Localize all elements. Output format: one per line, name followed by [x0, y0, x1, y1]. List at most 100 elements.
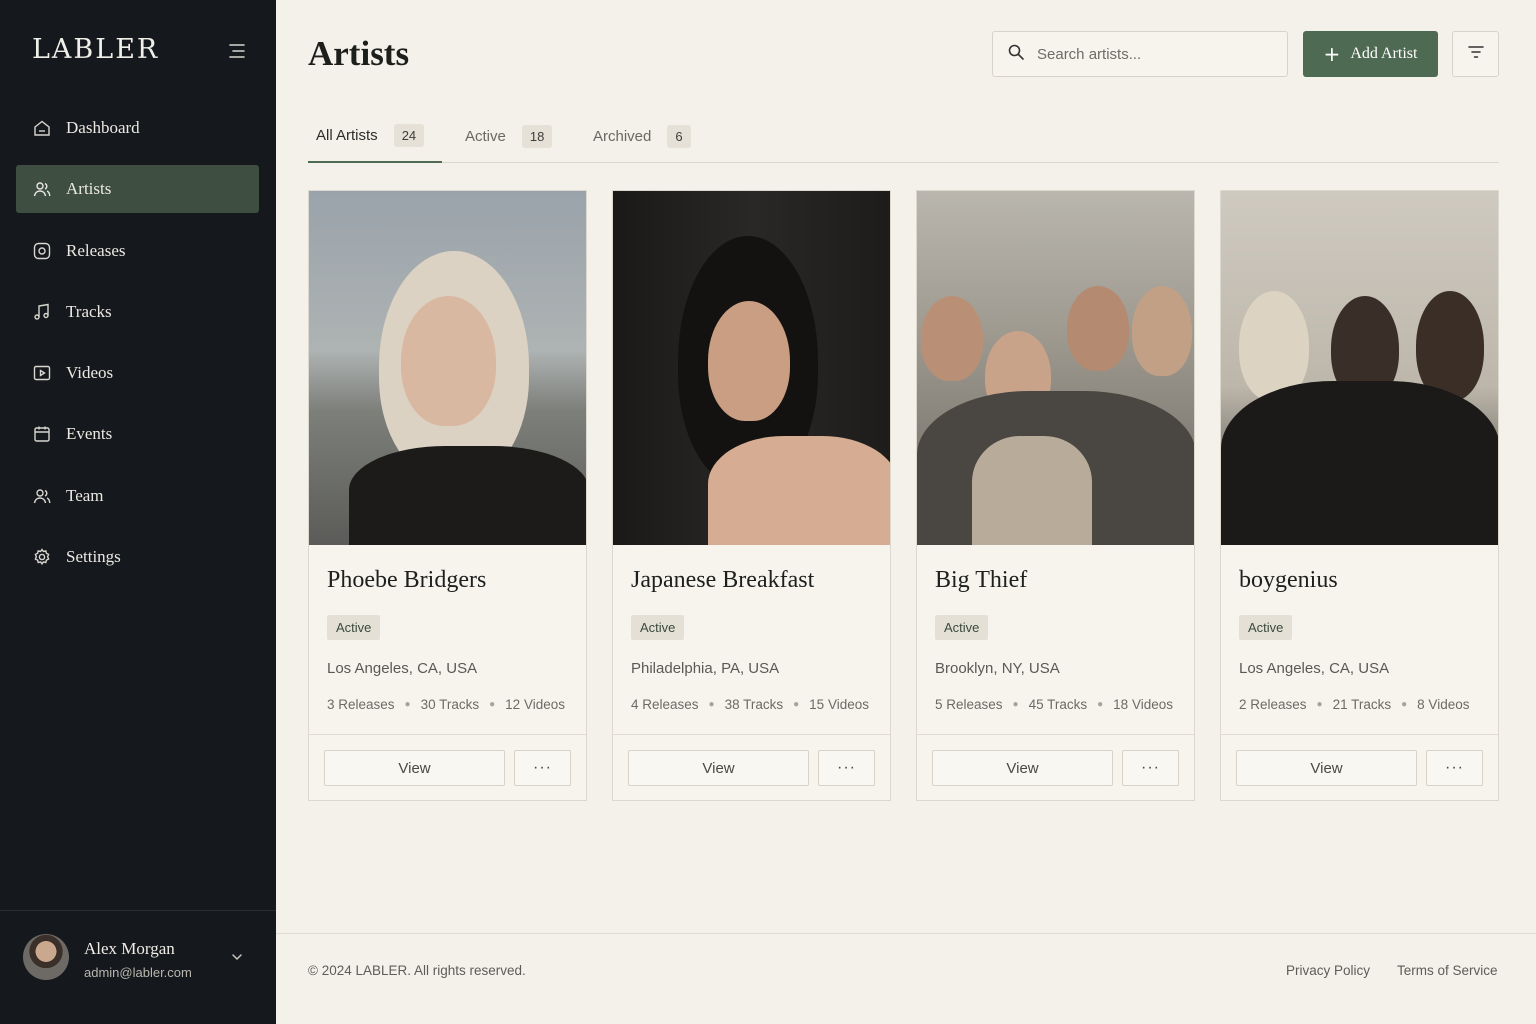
app-logo[interactable]: LABLER [32, 34, 159, 65]
sidebar-item-videos[interactable]: Videos [16, 349, 259, 397]
artist-photo[interactable] [917, 191, 1194, 545]
artist-card[interactable]: boygenius Active Los Angeles, CA, USA 2 … [1220, 190, 1499, 801]
menu-toggle-icon[interactable] [226, 40, 248, 62]
page-title: Artists [308, 34, 410, 73]
more-options-icon[interactable]: ··· [514, 750, 571, 786]
more-options-icon[interactable]: ··· [1122, 750, 1179, 786]
status-badge: Active [935, 615, 989, 640]
search-icon [1007, 43, 1025, 66]
tab-bar: All Artists 24 Active 18 Archived 6 [308, 110, 1499, 163]
sidebar-item-label: Team [66, 485, 104, 505]
sidebar: LABLER Dashboard Artists Releases Tracks… [0, 0, 276, 1024]
filter-icon [1467, 43, 1485, 66]
tab-archived[interactable]: Archived 6 [593, 110, 691, 163]
disc-icon [32, 241, 52, 261]
artist-location: Los Angeles, CA, USA [1239, 660, 1390, 677]
artist-name[interactable]: Phoebe Bridgers [327, 567, 486, 594]
videos-count: 8 Videos [1417, 697, 1470, 712]
sidebar-item-label: Events [66, 424, 113, 444]
videos-count: 12 Videos [505, 697, 565, 712]
sidebar-item-tracks[interactable]: Tracks [16, 288, 259, 336]
sidebar-item-label: Artists [66, 179, 112, 199]
status-badge: Active [1239, 615, 1293, 640]
card-divider [1221, 734, 1498, 735]
sidebar-item-label: Releases [66, 240, 126, 260]
card-divider [309, 734, 586, 735]
view-button[interactable]: View [324, 750, 505, 786]
releases-count: 3 Releases [327, 697, 395, 712]
sidebar-item-settings[interactable]: Settings [16, 533, 259, 581]
card-divider [613, 734, 890, 735]
user-name: Alex Morgan [84, 939, 175, 958]
artist-location: Brooklyn, NY, USA [935, 660, 1060, 677]
artist-photo[interactable] [1221, 191, 1498, 545]
tab-label: Archived [593, 128, 652, 145]
gear-icon [32, 547, 52, 567]
status-badge: Active [327, 615, 381, 640]
artist-stats: 5 Releases ● 45 Tracks ● 18 Videos [935, 697, 1173, 712]
view-button[interactable]: View [932, 750, 1113, 786]
artist-location: Philadelphia, PA, USA [631, 660, 780, 677]
sidebar-item-team[interactable]: Team [16, 472, 259, 520]
tab-label: Active [465, 128, 506, 145]
artist-name[interactable]: Japanese Breakfast [631, 567, 814, 594]
artist-photo[interactable] [613, 191, 890, 545]
sidebar-item-label: Settings [66, 547, 121, 567]
sidebar-item-label: Tracks [66, 301, 112, 321]
view-button[interactable]: View [1236, 750, 1417, 786]
videos-count: 18 Videos [1113, 697, 1173, 712]
tracks-count: 38 Tracks [724, 697, 784, 712]
tab-count-badge: 24 [393, 124, 425, 147]
tracks-count: 21 Tracks [1332, 697, 1392, 712]
sidebar-item-label: Videos [66, 363, 114, 383]
terms-of-service-link[interactable]: Terms of Service [1397, 963, 1498, 978]
tracks-count: 45 Tracks [1028, 697, 1088, 712]
sidebar-item-label: Dashboard [66, 118, 140, 137]
artist-card[interactable]: Japanese Breakfast Active Philadelphia, … [612, 190, 891, 801]
artist-photo[interactable] [309, 191, 586, 545]
videos-count: 15 Videos [809, 697, 869, 712]
video-play-icon [32, 363, 52, 383]
search-input[interactable] [1037, 45, 1267, 63]
music-note-icon [32, 302, 52, 322]
users-icon [32, 179, 52, 199]
more-options-icon[interactable]: ··· [1426, 750, 1483, 786]
artist-name[interactable]: Big Thief [935, 567, 1027, 594]
releases-count: 5 Releases [935, 697, 1003, 712]
sidebar-item-dashboard[interactable]: Dashboard [16, 104, 259, 152]
sidebar-nav: Dashboard Artists Releases Tracks Videos… [16, 104, 259, 594]
tracks-count: 30 Tracks [420, 697, 480, 712]
card-divider [917, 734, 1194, 735]
view-button[interactable]: View [628, 750, 809, 786]
tab-all-artists[interactable]: All Artists 24 [308, 110, 442, 163]
plus-icon: + [1323, 42, 1341, 66]
sidebar-item-events[interactable]: Events [16, 410, 259, 458]
add-artist-label: Add Artist [1350, 45, 1418, 62]
releases-count: 2 Releases [1239, 697, 1307, 712]
artist-card[interactable]: Big Thief Active Brooklyn, NY, USA 5 Rel… [916, 190, 1195, 801]
sidebar-item-artists[interactable]: Artists [16, 165, 259, 214]
more-options-icon[interactable]: ··· [818, 750, 875, 786]
artist-name[interactable]: boygenius [1239, 567, 1338, 594]
filter-button[interactable] [1452, 31, 1499, 77]
artist-stats: 3 Releases ● 30 Tracks ● 12 Videos [327, 697, 565, 712]
calendar-icon [32, 424, 52, 444]
artist-stats: 2 Releases ● 21 Tracks ● 8 Videos [1239, 697, 1470, 712]
footer: © 2024 LABLER. All rights reserved. Priv… [276, 933, 1536, 1024]
avatar[interactable] [23, 934, 69, 980]
search-box[interactable] [992, 31, 1288, 77]
chevron-down-icon[interactable] [229, 949, 245, 970]
tab-active[interactable]: Active 18 [465, 110, 553, 163]
sidebar-item-releases[interactable]: Releases [16, 227, 259, 275]
artist-card[interactable]: Phoebe Bridgers Active Los Angeles, CA, … [308, 190, 587, 801]
user-profile[interactable]: Alex Morgan admin@labler.com [0, 910, 276, 1024]
tab-count-badge: 6 [667, 125, 691, 148]
add-artist-button[interactable]: + Add Artist [1303, 31, 1438, 77]
user-email: admin@labler.com [84, 965, 192, 980]
privacy-policy-link[interactable]: Privacy Policy [1286, 963, 1370, 978]
status-badge: Active [631, 615, 685, 640]
tab-label: All Artists [316, 127, 378, 144]
artist-location: Los Angeles, CA, USA [327, 660, 478, 677]
copyright-text: © 2024 LABLER. All rights reserved. [308, 963, 526, 978]
team-icon [32, 486, 52, 506]
